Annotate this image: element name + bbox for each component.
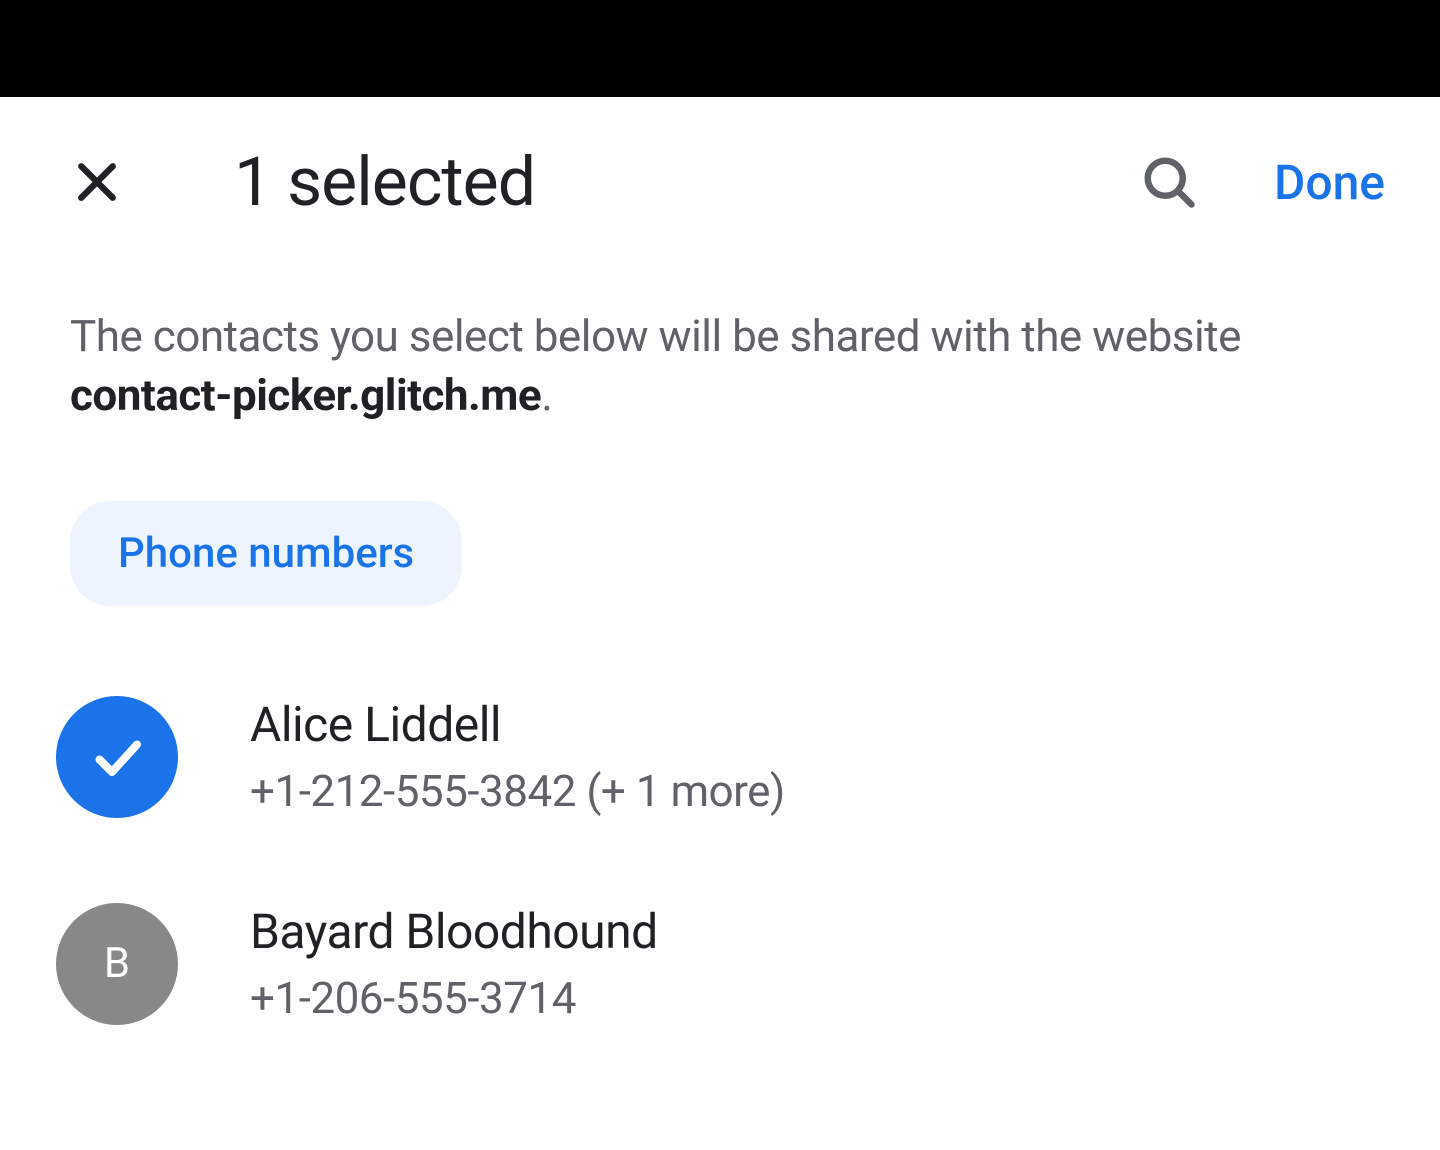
close-button[interactable] (70, 155, 124, 209)
header: 1 selected Done (0, 97, 1440, 267)
chip-row: Phone numbers (0, 426, 1440, 606)
chip-phone-numbers[interactable]: Phone numbers (70, 501, 462, 606)
contact-phone: +1-212-555-3842 (+ 1 more) (250, 765, 785, 817)
contact-row[interactable]: Alice Liddell +1-212-555-3842 (+ 1 more) (0, 696, 1440, 818)
contact-name: Alice Liddell (250, 696, 785, 753)
close-icon (70, 155, 124, 209)
status-bar (0, 0, 1440, 97)
contact-row[interactable]: B Bayard Bloodhound +1-206-555-3714 (0, 903, 1440, 1025)
description-prefix: The contacts you select below will be sh… (70, 310, 1241, 362)
description-website: contact-picker.glitch.me (70, 369, 541, 421)
contact-avatar: B (56, 903, 178, 1025)
share-description: The contacts you select below will be sh… (0, 267, 1440, 426)
contact-initial: B (104, 939, 130, 988)
done-button[interactable]: Done (1274, 154, 1385, 211)
contact-avatar-selected (56, 696, 178, 818)
search-button[interactable] (1139, 152, 1199, 212)
checkmark-icon (87, 727, 147, 787)
contacts-list: Alice Liddell +1-212-555-3842 (+ 1 more)… (0, 606, 1440, 1025)
page-title: 1 selected (234, 142, 1139, 222)
description-suffix: . (541, 369, 552, 421)
contact-info: Bayard Bloodhound +1-206-555-3714 (250, 903, 658, 1024)
contact-phone: +1-206-555-3714 (250, 972, 658, 1024)
contact-name: Bayard Bloodhound (250, 903, 658, 960)
contact-info: Alice Liddell +1-212-555-3842 (+ 1 more) (250, 696, 785, 817)
search-icon (1139, 152, 1199, 212)
